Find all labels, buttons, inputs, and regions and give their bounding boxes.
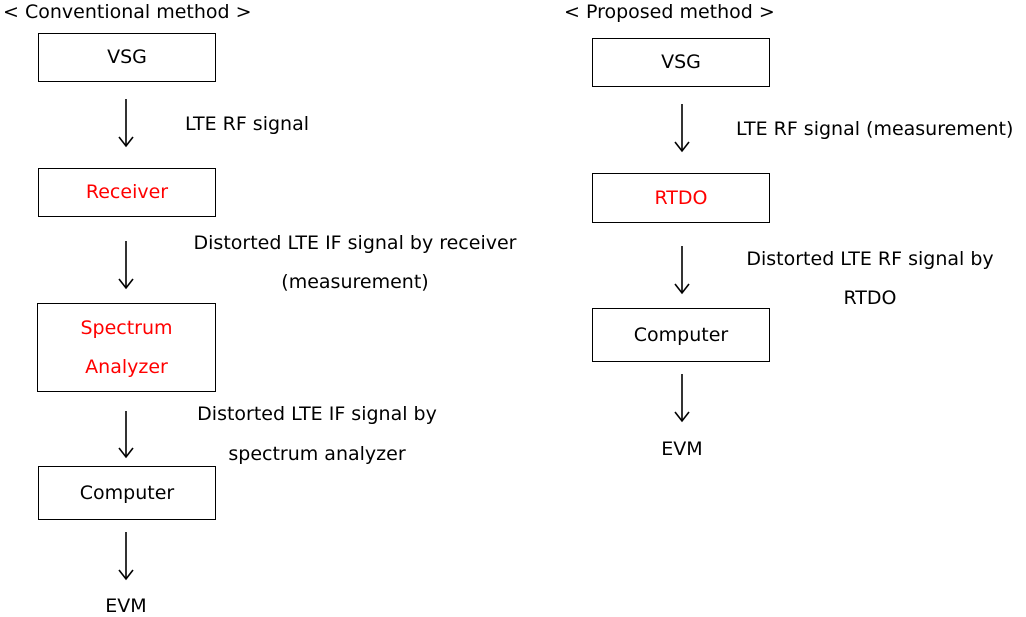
down-arrow-icon [116, 531, 136, 581]
edge-label-distorted-rf-rtdo: Distorted LTE RF signal by [746, 248, 994, 270]
box-label: Computer [633, 323, 729, 346]
edge-label-lte-rf-measurement: LTE RF signal (measurement) [736, 118, 1014, 140]
edge-label-distorted-if-spectrum: Distorted LTE IF signal by [197, 403, 437, 425]
box-label: Computer [79, 481, 175, 504]
box-label: Receiver [85, 181, 169, 203]
down-arrow-icon [116, 98, 136, 148]
edge-label-lte-rf-signal: LTE RF signal [185, 113, 309, 135]
down-arrow-icon [116, 410, 136, 460]
down-arrow-icon [672, 103, 692, 153]
proposed-title: < Proposed method > [564, 1, 775, 23]
proposed-vsg-box: VSG [592, 38, 770, 87]
proposed-output-evm: EVM [661, 438, 703, 460]
edge-label-spectrum-analyzer: spectrum analyzer [228, 443, 406, 465]
box-label: VSG [107, 46, 147, 68]
box-label-line: Spectrum [80, 316, 173, 339]
down-arrow-icon [116, 240, 136, 290]
down-arrow-icon [672, 373, 692, 423]
down-arrow-icon [672, 245, 692, 295]
proposed-computer-box: Computer [592, 308, 770, 362]
conventional-spectrum-analyzer-box: Spectrum Analyzer [37, 303, 216, 392]
proposed-rtdo-box: RTDO [592, 173, 770, 223]
conventional-computer-box: Computer [38, 466, 216, 520]
conventional-title: < Conventional method > [3, 1, 252, 23]
conventional-vsg-box: VSG [38, 33, 216, 82]
box-label-line: Analyzer [85, 355, 168, 378]
conventional-output-evm: EVM [105, 595, 147, 617]
box-label: RTDO [654, 186, 708, 209]
conventional-receiver-box: Receiver [38, 168, 216, 217]
edge-label-measurement: (measurement) [281, 271, 429, 293]
edge-label-distorted-if-receiver: Distorted LTE IF signal by receiver [193, 232, 517, 254]
edge-label-rtdo: RTDO [843, 287, 897, 309]
box-label: VSG [661, 51, 701, 73]
